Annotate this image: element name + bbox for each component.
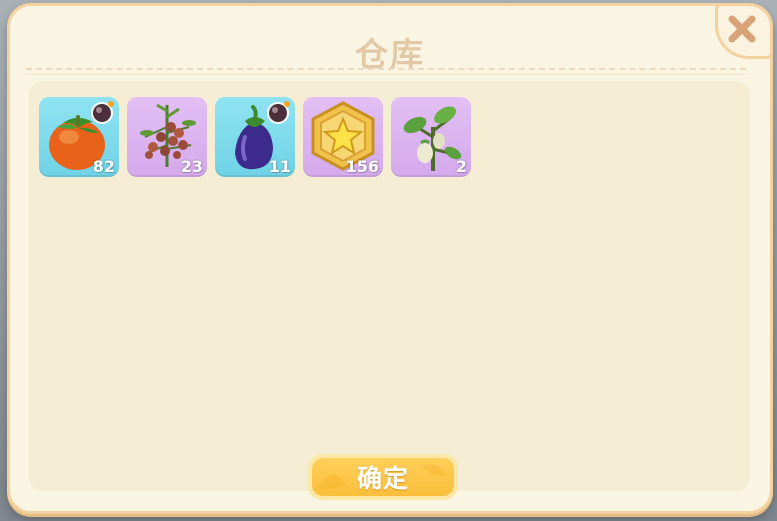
inventory-slot-eggplant[interactable]: 11 [215, 97, 295, 177]
inventory-slot-eggplant-sprout[interactable]: 2 [391, 97, 471, 177]
close-button[interactable] [719, 6, 765, 52]
confirm-button[interactable]: 确定 [308, 454, 458, 500]
inventory-slot-tomato[interactable]: 82 [39, 97, 119, 177]
bomb-badge-icon [91, 101, 114, 124]
title-divider-line [26, 74, 746, 75]
confirm-button-face: 确定 [312, 458, 454, 496]
item-count: 156 [345, 157, 379, 176]
item-count: 11 [268, 157, 291, 176]
title-divider [26, 68, 746, 70]
confirm-button-label: 确定 [356, 464, 409, 493]
bomb-badge-icon [267, 101, 290, 124]
inventory-area: 82 23 11 156 2 [29, 81, 750, 491]
inventory-slot-tomato-vine[interactable]: 23 [127, 97, 207, 177]
warehouse-dialog: 仓库 82 23 11 156 2 确定 [7, 3, 773, 514]
inventory-slot-star-coin[interactable]: 156 [303, 97, 383, 177]
item-count: 2 [455, 157, 467, 176]
item-count: 82 [92, 157, 115, 176]
inventory-grid: 82 23 11 156 2 [39, 97, 471, 177]
close-icon [728, 15, 756, 43]
item-count: 23 [180, 157, 203, 176]
